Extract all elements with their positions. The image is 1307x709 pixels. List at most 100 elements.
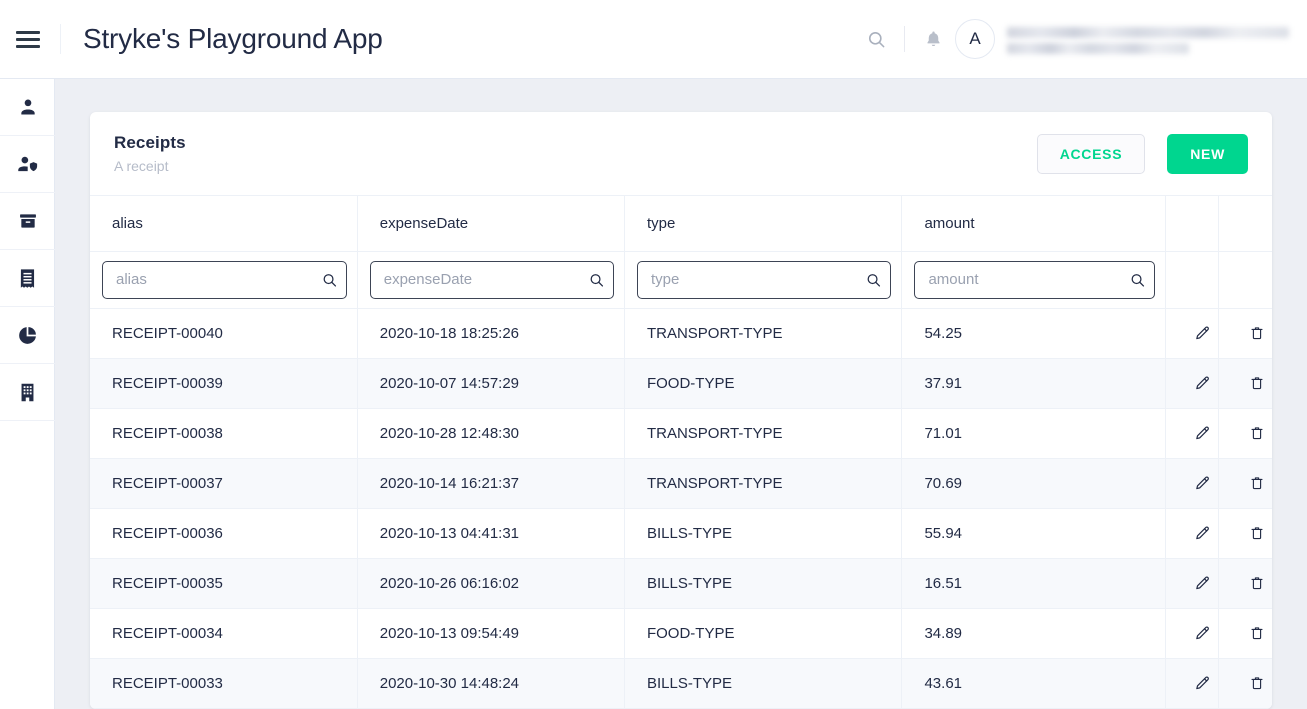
sidebar-item-building[interactable] (0, 364, 55, 421)
cell-alias: RECEIPT-00034 (90, 608, 358, 659)
cell-alias: RECEIPT-00033 (90, 658, 358, 709)
pencil-icon (1196, 576, 1210, 589)
delete-row-button[interactable] (1241, 609, 1272, 658)
pencil-icon (1196, 476, 1210, 489)
pencil-icon (1196, 326, 1210, 339)
pencil-icon (1196, 376, 1210, 389)
table-row[interactable]: RECEIPT-00039 2020-10-07 14:57:29 FOOD-TYP… (90, 358, 1272, 409)
cell-type: FOOD-TYPE (624, 358, 903, 409)
table-row[interactable]: RECEIPT-00036 2020-10-13 04:41:31 BILLS-TY… (90, 508, 1272, 559)
cell-alias: RECEIPT-00039 (90, 358, 358, 409)
column-header-alias[interactable]: alias (90, 196, 358, 252)
cell-type: TRANSPORT-TYPE (624, 308, 903, 359)
filter-row (90, 251, 1272, 309)
cell-edit (1165, 408, 1220, 459)
filter-input-alias[interactable] (102, 260, 347, 299)
cell-amount: 54.25 (901, 308, 1166, 359)
column-header-expensedate[interactable]: expenseDate (357, 196, 625, 252)
delete-row-button[interactable] (1241, 309, 1272, 358)
hamburger-icon (16, 27, 40, 52)
trash-icon (1250, 327, 1263, 340)
delete-row-button[interactable] (1241, 409, 1272, 458)
header-search-button[interactable] (854, 0, 898, 79)
table-row[interactable]: RECEIPT-00033 2020-10-30 14:48:24 BILLS-TY… (90, 658, 1272, 709)
app-header: Stryke's Playground App A (0, 0, 1307, 79)
edit-row-button[interactable] (1188, 409, 1218, 458)
table-body: RECEIPT-00040 2020-10-18 18:25:26 TRANSPOR… (90, 308, 1272, 709)
cell-type: TRANSPORT-TYPE (624, 458, 903, 509)
sidebar-item-user[interactable] (0, 79, 55, 136)
bell-icon (926, 31, 940, 47)
hamburger-menu-button[interactable] (0, 0, 56, 79)
filter-cell-expensedate (357, 251, 625, 309)
edit-row-button[interactable] (1188, 359, 1218, 408)
main-content: Receipts A receipt ACCESS NEW alias expe… (55, 79, 1307, 709)
cell-edit (1165, 508, 1220, 559)
table-row[interactable]: RECEIPT-00034 2020-10-13 09:54:49 FOOD-TYP… (90, 608, 1272, 659)
sidebar (0, 79, 55, 709)
page-subtitle: A receipt (114, 158, 169, 174)
filter-input-amount[interactable] (914, 260, 1155, 299)
cell-expensedate: 2020-10-28 12:48:30 (357, 408, 625, 459)
cell-alias: RECEIPT-00040 (90, 308, 358, 359)
trash-icon (1250, 577, 1263, 590)
access-button[interactable]: ACCESS (1036, 133, 1146, 174)
table-row[interactable]: RECEIPT-00035 2020-10-26 06:16:02 BILLS-TY… (90, 558, 1272, 609)
edit-row-button[interactable] (1188, 659, 1218, 708)
notifications-button[interactable] (911, 0, 955, 79)
cell-edit (1165, 308, 1220, 359)
filter-cell-alias (90, 251, 358, 309)
table-filter-body (90, 251, 1272, 309)
cell-edit (1165, 608, 1220, 659)
cell-type: BILLS-TYPE (624, 558, 903, 609)
sidebar-item-user-shield[interactable] (0, 136, 55, 193)
edit-row-button[interactable] (1188, 609, 1218, 658)
cell-delete (1218, 408, 1272, 459)
delete-row-button[interactable] (1241, 459, 1272, 508)
pencil-icon (1196, 676, 1210, 689)
filter-cell-edit (1165, 251, 1220, 309)
filter-cell-type (624, 251, 903, 309)
column-header-edit (1165, 196, 1220, 252)
cell-type: BILLS-TYPE (624, 658, 903, 709)
table-row[interactable]: RECEIPT-00040 2020-10-18 18:25:26 TRANSPOR… (90, 308, 1272, 359)
filter-input-expensedate[interactable] (369, 260, 614, 299)
sidebar-item-box-archive[interactable] (0, 193, 55, 250)
delete-row-button[interactable] (1241, 559, 1272, 608)
edit-row-button[interactable] (1188, 309, 1218, 358)
edit-row-button[interactable] (1188, 559, 1218, 608)
cell-expensedate: 2020-10-14 16:21:37 (357, 458, 625, 509)
cell-delete (1218, 458, 1272, 509)
cell-amount: 43.61 (901, 658, 1166, 709)
cell-delete (1218, 308, 1272, 359)
receipts-card: Receipts A receipt ACCESS NEW alias expe… (90, 112, 1272, 709)
new-button[interactable]: NEW (1167, 133, 1248, 174)
avatar[interactable]: A (955, 19, 995, 59)
cell-expensedate: 2020-10-13 09:54:49 (357, 608, 625, 659)
cell-expensedate: 2020-10-26 06:16:02 (357, 558, 625, 609)
trash-icon (1250, 627, 1263, 640)
column-header-amount[interactable]: amount (901, 196, 1166, 252)
column-header-type[interactable]: type (624, 196, 903, 252)
cell-alias: RECEIPT-00036 (90, 508, 358, 559)
sidebar-item-pie-chart[interactable] (0, 307, 55, 364)
cell-amount: 70.69 (901, 458, 1166, 509)
user-icon (20, 99, 35, 115)
cell-alias: RECEIPT-00037 (90, 458, 358, 509)
cell-expensedate: 2020-10-18 18:25:26 (357, 308, 625, 359)
filter-cell-delete (1218, 251, 1272, 309)
table-row[interactable]: RECEIPT-00037 2020-10-14 16:21:37 TRANSPOR… (90, 458, 1272, 509)
sidebar-item-receipt[interactable] (0, 250, 55, 307)
edit-row-button[interactable] (1188, 459, 1218, 508)
cell-edit (1165, 658, 1220, 709)
cell-alias: RECEIPT-00035 (90, 558, 358, 609)
delete-row-button[interactable] (1241, 359, 1272, 408)
card-title-block: Receipts A receipt (114, 133, 186, 174)
box-archive-icon (19, 214, 36, 228)
filter-input-type[interactable] (636, 260, 892, 299)
table-row[interactable]: RECEIPT-00038 2020-10-28 12:48:30 TRANSPOR… (90, 408, 1272, 459)
delete-row-button[interactable] (1241, 509, 1272, 558)
edit-row-button[interactable] (1188, 509, 1218, 558)
delete-row-button[interactable] (1241, 659, 1272, 708)
user-info-redacted (1007, 25, 1289, 54)
